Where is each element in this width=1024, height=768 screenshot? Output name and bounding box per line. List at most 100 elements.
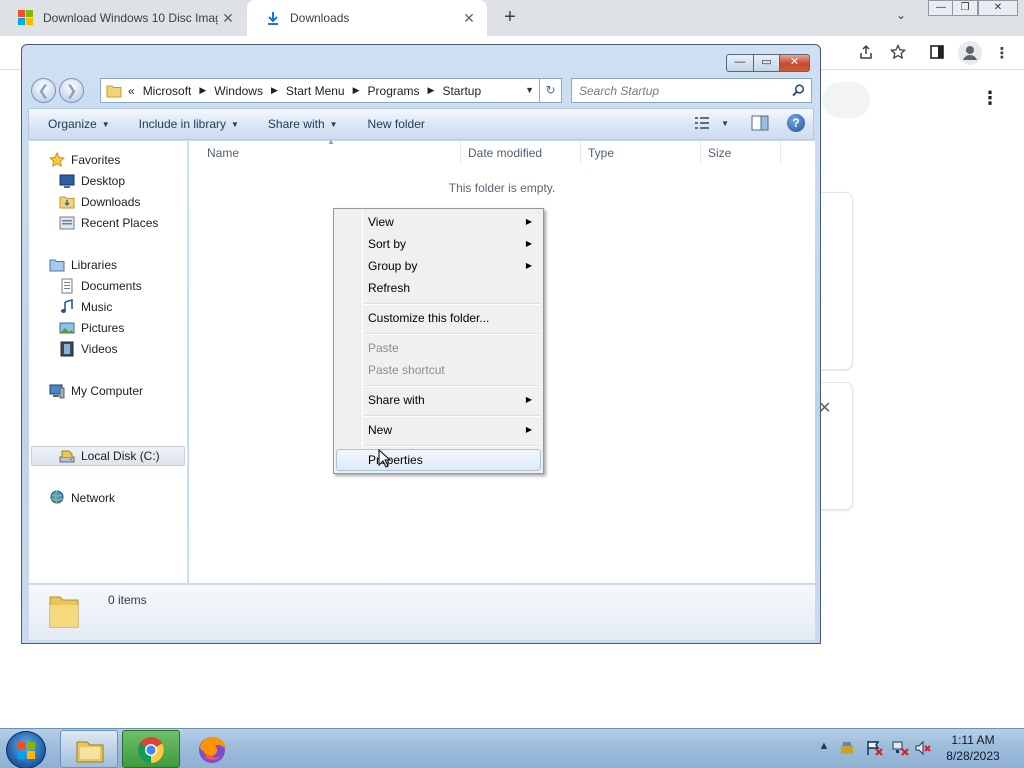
nav-favorites[interactable]: Favorites (48, 150, 121, 170)
profile-icon[interactable] (958, 41, 982, 65)
back-button[interactable]: ❮ (31, 78, 56, 103)
music-icon (59, 298, 75, 315)
taskbar-windows-explorer[interactable] (60, 730, 118, 768)
details-pane: 0 items (29, 584, 815, 640)
taskbar-clock[interactable]: 1:11 AM 8/28/2023 (940, 732, 1006, 764)
breadcrumb-separator-icon[interactable]: ▶ (199, 85, 206, 96)
breadcrumb-startup[interactable]: Startup (442, 84, 481, 98)
minimize-button[interactable]: — (726, 54, 754, 72)
share-with-button[interactable]: Share with ▼ (268, 117, 338, 131)
nav-music[interactable]: Music (59, 297, 112, 317)
nav-pictures[interactable]: Pictures (59, 318, 124, 338)
new-folder-button[interactable]: New folder (368, 117, 425, 131)
nav-label: Network (71, 491, 116, 505)
nav-local-disk-c[interactable]: Local Disk (C:) (31, 446, 185, 466)
menu-item-new[interactable]: New ▶ (336, 419, 541, 441)
preview-pane-icon[interactable] (751, 115, 769, 131)
address-bar[interactable]: « Microsoft ▶ Windows ▶ Start Menu ▶ Pro… (100, 78, 540, 103)
page-menu-icon[interactable]: ⋮ (980, 88, 1000, 110)
organize-button[interactable]: Organize ▼ (48, 117, 110, 131)
nav-desktop[interactable]: Desktop (59, 171, 125, 191)
breadcrumb-start-menu[interactable]: Start Menu (286, 84, 345, 98)
side-panel-icon[interactable] (927, 44, 947, 64)
menu-item-label: New (368, 423, 393, 437)
nav-videos[interactable]: Videos (59, 339, 117, 359)
menu-item-properties[interactable]: Properties (336, 449, 541, 471)
column-header-size[interactable]: Size (700, 141, 781, 165)
breadcrumb-separator-icon[interactable]: ▶ (271, 85, 278, 96)
breadcrumb-overflow[interactable]: « (128, 84, 135, 98)
breadcrumb-separator-icon[interactable]: ▶ (353, 85, 360, 96)
tab-title: Downloads (290, 11, 350, 25)
action-center-icon[interactable] (838, 740, 856, 756)
submenu-arrow-icon: ▶ (525, 261, 532, 270)
menu-item-label: View (368, 215, 394, 229)
folder-icon (47, 591, 81, 631)
breadcrumb-windows[interactable]: Windows (214, 84, 263, 98)
menu-item-customize-folder[interactable]: Customize this folder... (336, 307, 541, 329)
context-menu: View ▶ Sort by ▶ Group by ▶ Refresh Customi… (333, 208, 544, 474)
browser-tab-downloads[interactable]: Downloads ✕ (247, 0, 487, 36)
view-options-dropdown-icon[interactable]: ▼ (721, 119, 729, 128)
column-header-type[interactable]: Type (580, 141, 701, 165)
browser-menu-icon[interactable]: ⋮ (992, 44, 1012, 64)
refresh-button[interactable]: ↻ (540, 78, 562, 103)
nav-libraries[interactable]: Libraries (49, 255, 117, 275)
include-in-library-button[interactable]: Include in library ▼ (139, 117, 239, 131)
nav-network[interactable]: Network (49, 488, 115, 508)
maximize-button[interactable]: ▭ (754, 54, 780, 72)
start-button[interactable] (6, 731, 46, 768)
browser-tab-windows-download[interactable]: Download Windows 10 Disc Image ✕ (0, 0, 246, 36)
browser-minimize-button[interactable]: — (928, 0, 954, 16)
close-button[interactable]: ✕ (780, 54, 810, 72)
network-status-icon[interactable] (891, 740, 909, 756)
firefox-icon[interactable] (196, 733, 228, 765)
error-flag-icon[interactable] (866, 740, 884, 756)
breadcrumb-programs[interactable]: Programs (368, 84, 420, 98)
search-input[interactable] (572, 80, 782, 101)
show-hidden-icons-icon[interactable]: ▲ (815, 740, 833, 756)
tab-close-icon[interactable]: ✕ (459, 10, 479, 27)
submenu-arrow-icon: ▶ (525, 425, 532, 434)
volume-muted-icon[interactable] (914, 740, 932, 756)
nav-documents[interactable]: Documents (59, 276, 142, 296)
menu-separator (364, 445, 540, 447)
tab-close-icon[interactable]: ✕ (218, 10, 238, 27)
chrome-icon (136, 735, 166, 763)
breadcrumb-microsoft[interactable]: Microsoft (143, 84, 192, 98)
nav-my-computer[interactable]: My Computer (49, 381, 143, 401)
nav-downloads[interactable]: Downloads (59, 192, 140, 212)
command-bar: Organize ▼ Include in library ▼ Share with… (28, 108, 814, 140)
desktop-icon (59, 173, 75, 189)
menu-item-refresh[interactable]: Refresh (336, 277, 541, 299)
address-dropdown-icon[interactable]: ▼ (525, 85, 534, 95)
star-icon[interactable] (888, 43, 908, 64)
nav-label: Recent Places (81, 216, 159, 230)
menu-item-view[interactable]: View ▶ (336, 211, 541, 233)
column-header-date-modified[interactable]: Date modified (460, 141, 581, 165)
forward-button[interactable]: ❯ (59, 78, 84, 103)
clock-date: 8/28/2023 (946, 749, 1000, 763)
microsoft-logo-icon (18, 10, 34, 26)
browser-restore-button[interactable]: ❐ (952, 0, 978, 16)
search-box[interactable] (571, 78, 812, 103)
share-with-label: Share with (267, 117, 325, 131)
browser-close-button[interactable]: ✕ (978, 0, 1018, 16)
hard-drive-icon (59, 448, 75, 464)
network-icon (49, 490, 65, 506)
nav-label: Music (81, 300, 113, 314)
share-icon[interactable] (856, 44, 876, 64)
search-icon[interactable] (792, 84, 805, 97)
help-icon[interactable]: ? (787, 114, 805, 132)
menu-item-sort-by[interactable]: Sort by ▶ (336, 233, 541, 255)
menu-item-group-by[interactable]: Group by ▶ (336, 255, 541, 277)
nav-label: Favorites (71, 153, 121, 167)
menu-item-share-with[interactable]: Share with ▶ (336, 389, 541, 411)
nav-recent-places[interactable]: Recent Places (59, 213, 158, 233)
change-view-icon[interactable] (695, 116, 711, 130)
taskbar-chrome[interactable] (122, 730, 180, 768)
breadcrumb-separator-icon[interactable]: ▶ (428, 85, 435, 96)
downloads-folder-icon (59, 194, 75, 210)
tab-search-icon[interactable]: ⌄ (896, 8, 914, 26)
new-tab-button[interactable]: + (498, 6, 522, 30)
